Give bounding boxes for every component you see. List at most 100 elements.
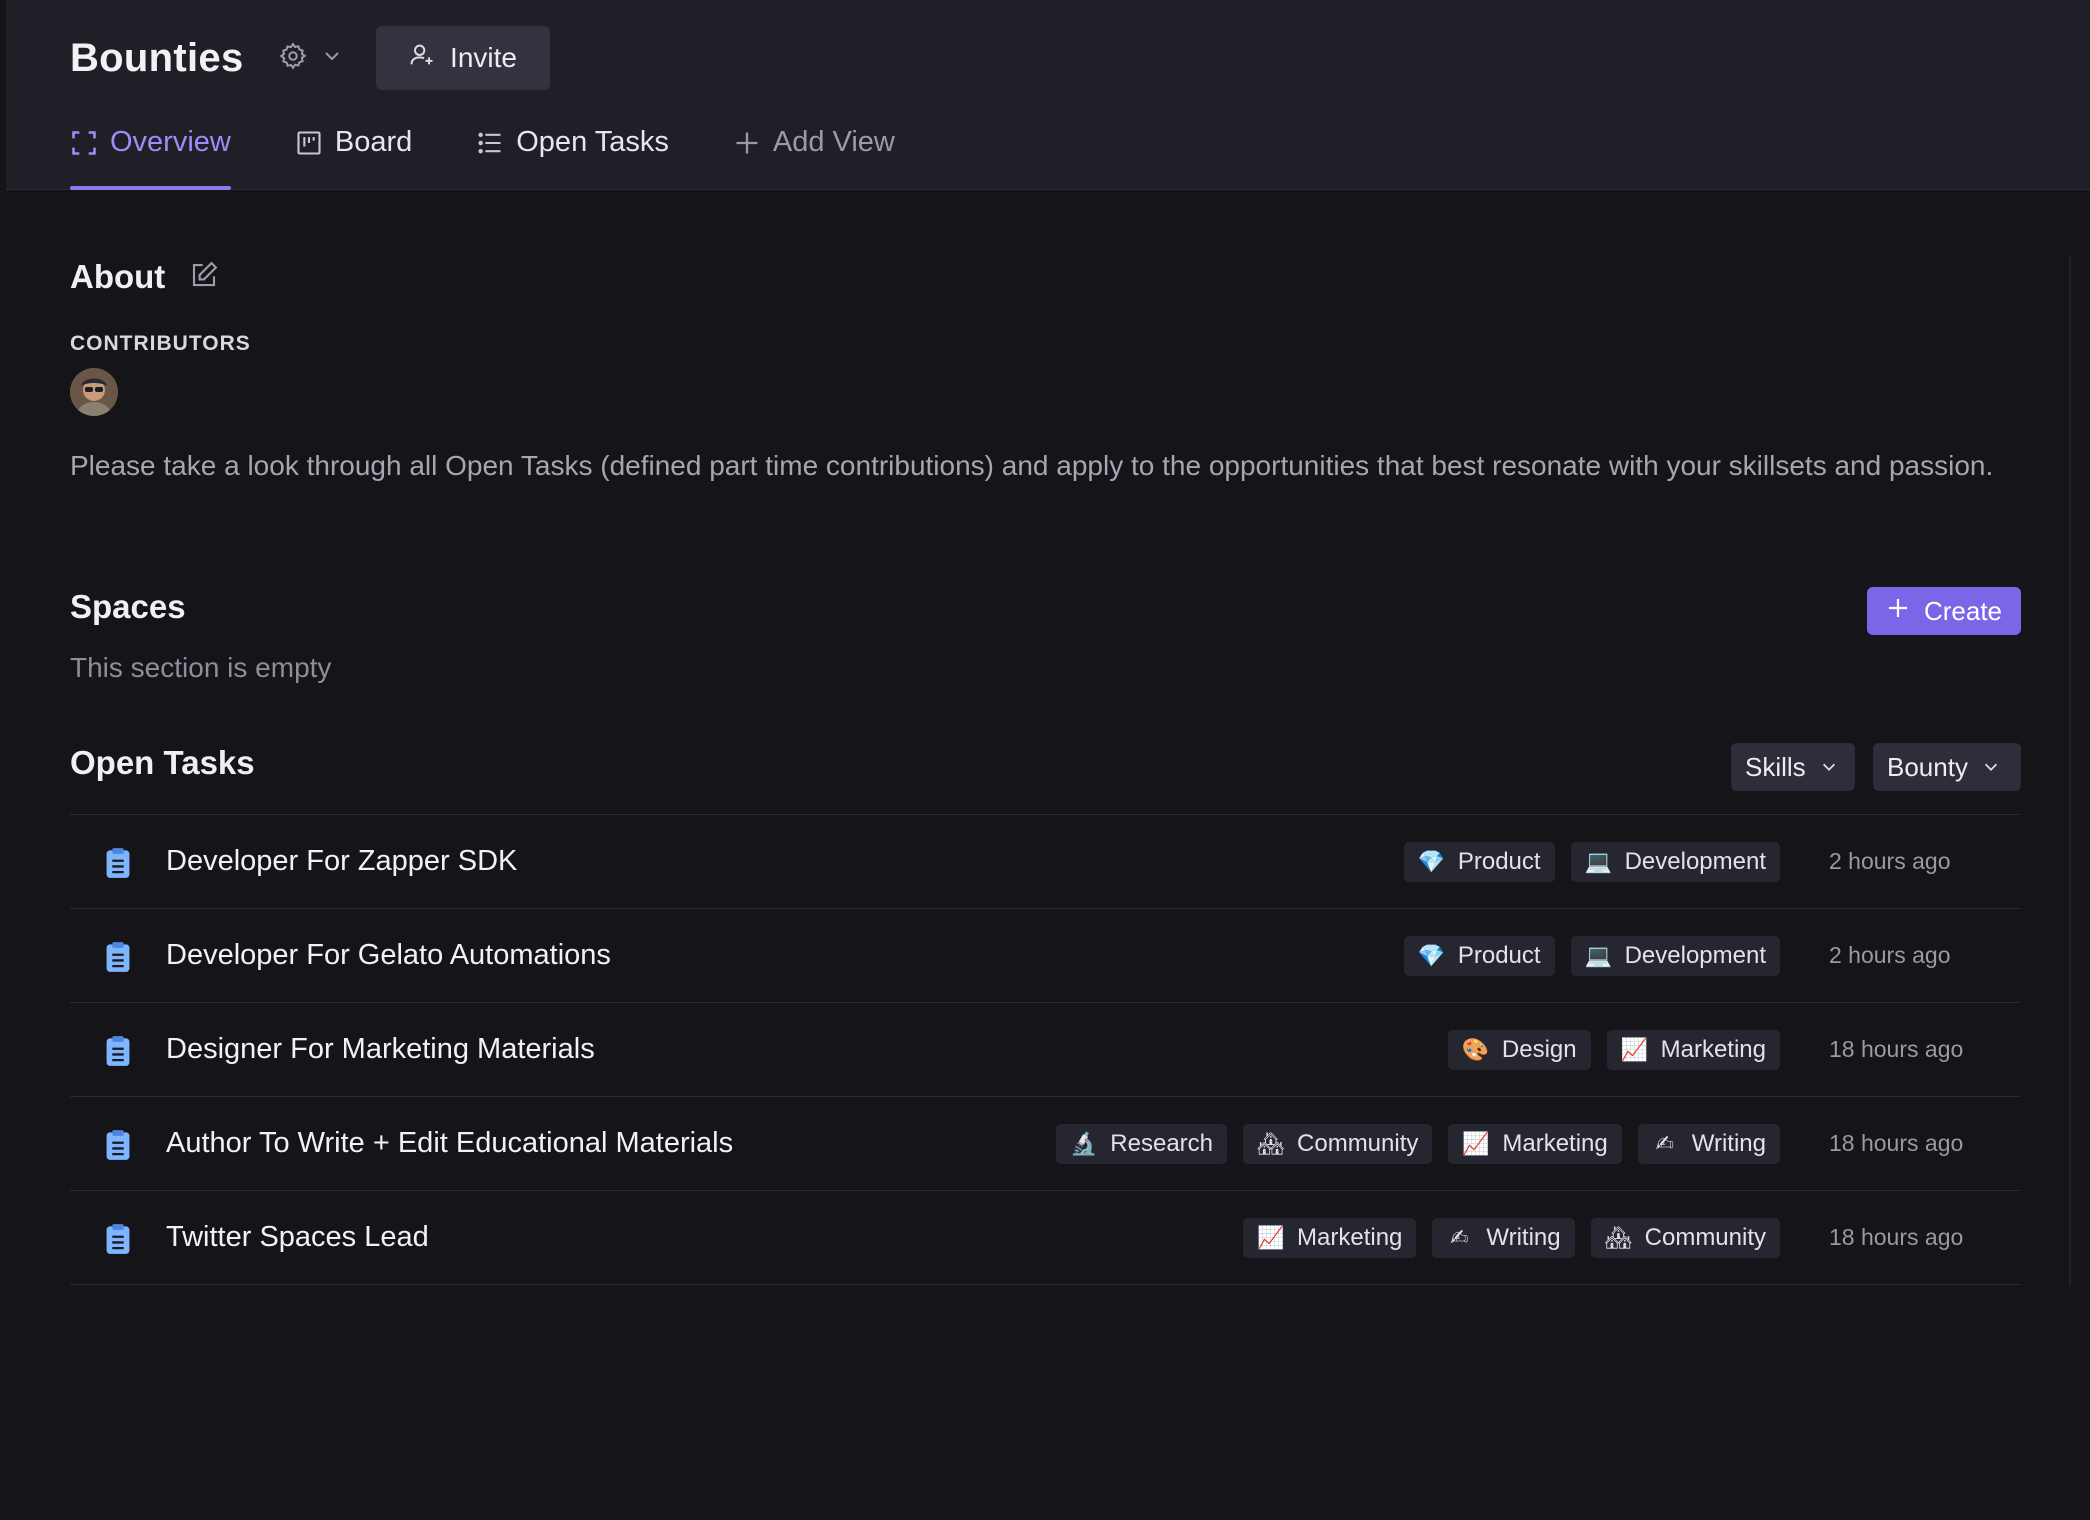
page-title: Bounties	[70, 35, 244, 80]
task-name: Developer For Gelato Automations	[166, 939, 611, 971]
about-header: About	[70, 258, 219, 296]
laptop-icon: 💻	[1584, 942, 1612, 968]
clipboard-icon	[104, 847, 132, 884]
task-time: 18 hours ago	[1829, 1036, 1964, 1062]
tab-add-view[interactable]: Add View	[733, 112, 895, 190]
board-icon	[295, 126, 323, 165]
create-space-button[interactable]: Create	[1867, 587, 2021, 635]
houses-icon: 🏘	[1257, 1130, 1285, 1156]
tab-label: Board	[334, 126, 413, 158]
tag-label: Writing	[1691, 1129, 1766, 1157]
tag-label: Development	[1624, 847, 1766, 875]
palette-icon: 🎨	[1461, 1036, 1490, 1062]
tag-product: 💎 Product	[1403, 841, 1555, 882]
chart-up-icon: 📈	[1257, 1224, 1285, 1250]
clipboard-icon	[104, 1223, 132, 1260]
chevron-down-icon	[1982, 752, 2000, 783]
tag-marketing: 📈 Marketing	[1243, 1217, 1417, 1258]
bounty-filter[interactable]: Bounty	[1873, 743, 2021, 791]
filter-label: Bounty	[1887, 751, 1968, 782]
tag-design: 🎨 Design	[1447, 1029, 1591, 1070]
view-tabs: Overview Board Open Tasks Add View	[70, 112, 959, 190]
settings-dropdown[interactable]	[278, 41, 342, 76]
task-time: 18 hours ago	[1829, 1130, 1964, 1156]
invite-label: Invite	[450, 42, 517, 73]
tab-label: Open Tasks	[516, 126, 669, 158]
tag-community: 🏘 Community	[1590, 1217, 1780, 1258]
tab-board[interactable]: Board	[295, 112, 412, 190]
task-row[interactable]: Twitter Spaces Lead 📈 Marketing ✍ Writing …	[70, 1191, 2020, 1285]
filter-label: Skills	[1745, 751, 1806, 782]
chevron-down-icon	[1820, 752, 1838, 783]
about-description: Please take a look through all Open Task…	[70, 450, 1994, 481]
tag-label: Product	[1457, 941, 1541, 969]
houses-icon: 🏘	[1604, 1224, 1633, 1250]
tag-label: Design	[1501, 1035, 1577, 1063]
tag-label: Community	[1297, 1129, 1419, 1157]
task-name: Designer For Marketing Materials	[166, 1033, 595, 1065]
task-row[interactable]: Developer For Gelato Automations 💎 Produc…	[70, 909, 2020, 1003]
tag-research: 🔬 Research	[1056, 1123, 1228, 1164]
contributors-label: CONTRIBUTORS	[70, 332, 251, 355]
task-row[interactable]: Author To Write + Edit Educational Mater…	[70, 1097, 2020, 1191]
open-tasks-title: Open Tasks	[70, 744, 255, 781]
task-name: Author To Write + Edit Educational Mater…	[166, 1127, 734, 1159]
tag-development: 💻 Development	[1570, 841, 1780, 882]
left-edge	[0, 0, 6, 190]
scrollbar-track[interactable]	[2069, 256, 2071, 1286]
task-tags: 📈 Marketing ✍ Writing 🏘 Community	[1243, 1217, 1780, 1258]
overview-icon	[70, 126, 98, 165]
list-icon	[476, 126, 504, 165]
gem-icon: 💎	[1417, 942, 1446, 968]
edit-icon[interactable]	[189, 260, 219, 295]
gem-icon: 💎	[1417, 848, 1446, 874]
tag-product: 💎 Product	[1403, 935, 1555, 976]
tag-writing: ✍ Writing	[1637, 1123, 1780, 1164]
tag-marketing: 📈 Marketing	[1606, 1029, 1780, 1070]
task-name: Developer For Zapper SDK	[166, 845, 518, 877]
about-title: About	[70, 258, 166, 295]
open-tasks-list: Developer For Zapper SDK 💎 Product 💻 Devel…	[70, 814, 2020, 1285]
task-row[interactable]: Designer For Marketing Materials 🎨 Design…	[70, 1003, 2020, 1097]
tag-label: Writing	[1486, 1223, 1561, 1251]
tab-label: Add View	[772, 126, 895, 158]
task-time: 2 hours ago	[1829, 942, 1951, 968]
writing-hand-icon: ✍	[1655, 1130, 1674, 1156]
tag-marketing: 📈 Marketing	[1448, 1123, 1622, 1164]
task-name: Twitter Spaces Lead	[166, 1221, 429, 1253]
add-user-icon	[408, 41, 436, 76]
tag-development: 💻 Development	[1570, 935, 1780, 976]
tag-label: Marketing	[1502, 1129, 1608, 1157]
task-time: 2 hours ago	[1829, 848, 1951, 874]
spaces-empty-text: This section is empty	[70, 652, 332, 683]
task-tags: 💎 Product 💻 Development	[1403, 935, 1780, 976]
create-label: Create	[1923, 595, 2003, 626]
avatar[interactable]	[70, 368, 118, 416]
task-tags: 💎 Product 💻 Development	[1403, 841, 1780, 882]
plus-icon	[733, 126, 761, 165]
task-time: 18 hours ago	[1829, 1224, 1964, 1250]
tab-open-tasks[interactable]: Open Tasks	[476, 112, 669, 190]
writing-hand-icon: ✍	[1450, 1224, 1469, 1250]
tag-label: Community	[1644, 1223, 1766, 1251]
chart-up-icon: 📈	[1620, 1036, 1649, 1062]
clipboard-icon	[104, 941, 132, 978]
plus-icon	[1886, 596, 1910, 627]
tag-label: Development	[1624, 941, 1766, 969]
spaces-title: Spaces	[70, 588, 186, 625]
task-tags: 🎨 Design 📈 Marketing	[1447, 1029, 1780, 1070]
gear-icon[interactable]	[278, 41, 308, 76]
skills-filter[interactable]: Skills	[1731, 743, 1855, 791]
chevron-down-icon[interactable]	[322, 46, 342, 71]
tag-label: Research	[1110, 1129, 1214, 1157]
task-row[interactable]: Developer For Zapper SDK 💎 Product 💻 Devel…	[70, 815, 2020, 909]
chart-up-icon: 📈	[1462, 1130, 1490, 1156]
invite-button[interactable]: Invite	[375, 26, 550, 90]
tag-label: Marketing	[1297, 1223, 1403, 1251]
title-row: Bounties Invite	[70, 26, 550, 90]
clipboard-icon	[104, 1035, 132, 1072]
tab-overview[interactable]: Overview	[70, 112, 231, 190]
tab-label: Overview	[110, 126, 231, 158]
tag-writing: ✍ Writing	[1432, 1217, 1575, 1258]
tag-community: 🏘 Community	[1243, 1123, 1433, 1164]
